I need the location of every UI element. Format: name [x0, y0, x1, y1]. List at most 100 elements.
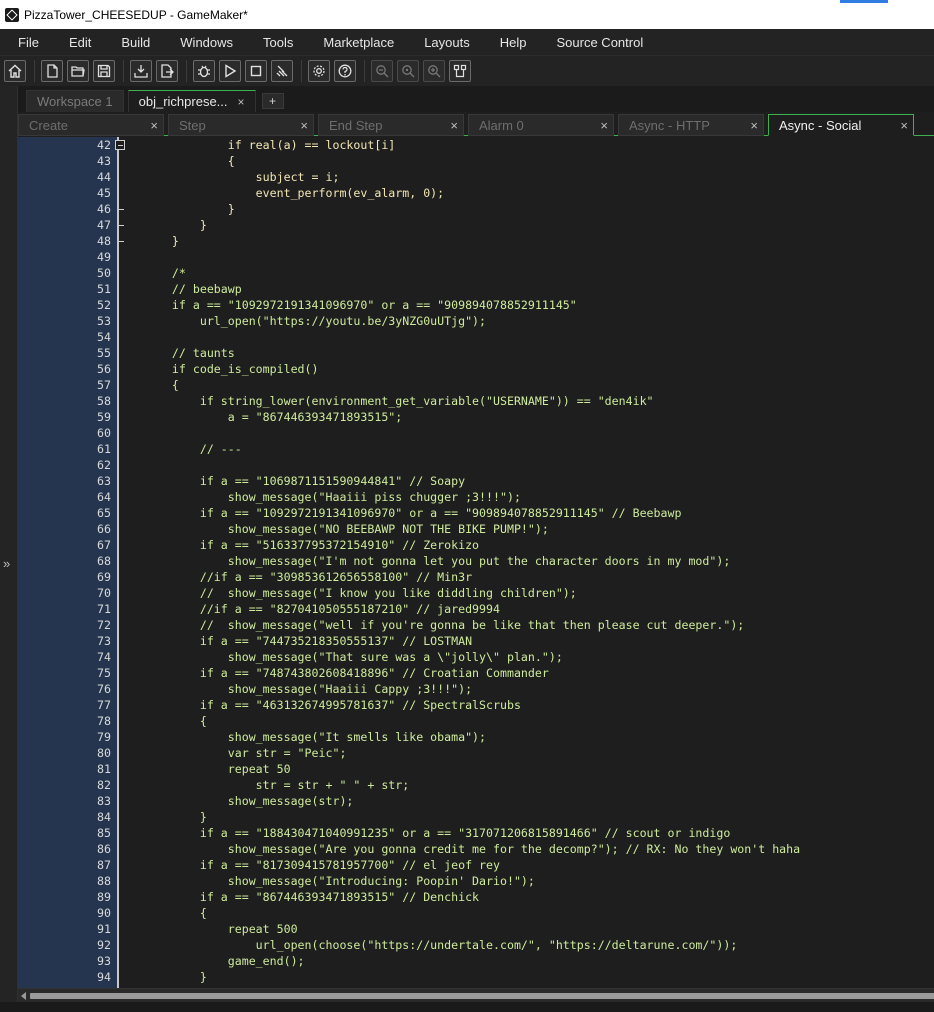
home-icon[interactable] [4, 60, 26, 82]
stop-icon[interactable] [245, 60, 267, 82]
menu-build[interactable]: Build [103, 35, 162, 50]
layout-icon[interactable] [449, 60, 471, 82]
code-line[interactable]: 65 if a == "1092972191341096970" or a ==… [18, 505, 934, 521]
code-line[interactable]: 58 if string_lower(environment_get_varia… [18, 393, 934, 409]
code-line[interactable]: 94 } [18, 969, 934, 985]
close-icon[interactable]: × [900, 118, 908, 133]
menu-tools[interactable]: Tools [245, 35, 305, 50]
code-line[interactable]: 67 if a == "516337795372154910" // Zerok… [18, 537, 934, 553]
code-line[interactable]: 82 str = str + " " + str; [18, 777, 934, 793]
code-line[interactable]: 73 if a == "744735218350555137" // LOSTM… [18, 633, 934, 649]
zoom-reset-icon[interactable] [397, 60, 419, 82]
code-line[interactable]: 43 { [18, 153, 934, 169]
code-line[interactable]: 47 } [18, 217, 934, 233]
code-line[interactable]: 79 show_message("It smells like obama"); [18, 729, 934, 745]
code-line[interactable]: 59 a = "867446393471893515"; [18, 409, 934, 425]
close-icon[interactable]: × [300, 118, 308, 133]
close-icon[interactable]: × [150, 118, 158, 133]
code-line[interactable]: 92 url_open(choose("https://undertale.co… [18, 937, 934, 953]
code-line[interactable]: 50 /* [18, 265, 934, 281]
code-line[interactable]: 52 if a == "1092972191341096970" or a ==… [18, 297, 934, 313]
close-icon[interactable]: × [750, 118, 758, 133]
export-icon[interactable] [156, 60, 178, 82]
tab-step-event[interactable]: Step × [168, 114, 314, 136]
expand-panel-button[interactable]: » [3, 556, 10, 571]
code-line[interactable]: 48 } [18, 233, 934, 249]
fold-marker[interactable] [111, 137, 135, 153]
add-workspace-button[interactable]: + [261, 93, 284, 109]
code-line[interactable]: 86 show_message("Are you gonna credit me… [18, 841, 934, 857]
code-line[interactable]: 62 [18, 457, 934, 473]
code-line[interactable]: 53 url_open("https://youtu.be/3yNZG0uUTj… [18, 313, 934, 329]
code-line[interactable]: 78 { [18, 713, 934, 729]
menu-edit[interactable]: Edit [51, 35, 103, 50]
code-line[interactable]: 66 show_message("NO BEEBAWP NOT THE BIKE… [18, 521, 934, 537]
menu-layouts[interactable]: Layouts [406, 35, 482, 50]
help-icon[interactable] [334, 60, 356, 82]
code-line[interactable]: 56 if code_is_compiled() [18, 361, 934, 377]
collapse-icon[interactable] [115, 140, 125, 150]
code-line[interactable]: 71 //if a == "827041050555187210" // jar… [18, 601, 934, 617]
code-line[interactable]: 77 if a == "463132674995781637" // Spect… [18, 697, 934, 713]
code-line[interactable]: 75 if a == "748743802608418896" // Croat… [18, 665, 934, 681]
code-line[interactable]: 44 subject = i; [18, 169, 934, 185]
code-line[interactable]: 64 show_message("Haaiii piss chugger ;3!… [18, 489, 934, 505]
code-line[interactable]: 85 if a == "188430471040991235" or a == … [18, 825, 934, 841]
menu-marketplace[interactable]: Marketplace [305, 35, 406, 50]
code-line[interactable]: 49 [18, 249, 934, 265]
clean-icon[interactable] [271, 60, 293, 82]
settings-icon[interactable] [308, 60, 330, 82]
new-project-icon[interactable] [41, 60, 63, 82]
tab-obj-richpresence[interactable]: obj_richprese... × [127, 90, 256, 112]
menu-source-control[interactable]: Source Control [539, 35, 656, 50]
menu-windows[interactable]: Windows [162, 35, 245, 50]
open-project-icon[interactable] [67, 60, 89, 82]
code-line[interactable]: 83 show_message(str); [18, 793, 934, 809]
menu-help[interactable]: Help [482, 35, 539, 50]
code-line[interactable]: 51 // beebawp [18, 281, 934, 297]
horizontal-scrollbar[interactable] [18, 988, 934, 1002]
code-line[interactable]: 57 { [18, 377, 934, 393]
code-line[interactable]: 55 // taunts [18, 345, 934, 361]
close-icon[interactable]: × [600, 118, 608, 133]
code-line[interactable]: 70 // show_message("I know you like didd… [18, 585, 934, 601]
tab-end-step-event[interactable]: End Step × [318, 114, 464, 136]
code-line[interactable]: 90 { [18, 905, 934, 921]
code-line[interactable]: 61 // --- [18, 441, 934, 457]
code-line[interactable]: 87 if a == "817309415781957700" // el je… [18, 857, 934, 873]
code-line[interactable]: 76 show_message("Haaiii Cappy ;3!!!"); [18, 681, 934, 697]
code-line[interactable]: 88 show_message("Introducing: Poopin' Da… [18, 873, 934, 889]
scroll-left-icon[interactable] [21, 992, 26, 1000]
zoom-out-icon[interactable] [371, 60, 393, 82]
tab-alarm-0-event[interactable]: Alarm 0 × [468, 114, 614, 136]
tab-create-event[interactable]: Create × [18, 114, 164, 136]
code-line[interactable]: 46 } [18, 201, 934, 217]
zoom-in-icon[interactable] [423, 60, 445, 82]
menu-file[interactable]: File [0, 35, 51, 50]
debug-icon[interactable] [193, 60, 215, 82]
code-line[interactable]: 69 //if a == "309853612656558100" // Min… [18, 569, 934, 585]
code-line[interactable]: 63 if a == "1069871151590944841" // Soap… [18, 473, 934, 489]
save-icon[interactable] [93, 60, 115, 82]
tab-workspace-1[interactable]: Workspace 1 [26, 90, 124, 112]
code-line[interactable]: 68 show_message("I'm not gonna let you p… [18, 553, 934, 569]
create-executable-icon[interactable] [130, 60, 152, 82]
code-line[interactable]: 84 } [18, 809, 934, 825]
code-line[interactable]: 89 if a == "867446393471893515" // Dench… [18, 889, 934, 905]
close-icon[interactable]: × [238, 95, 245, 109]
code-line[interactable]: 42 if real(a) == lockout[i] [18, 137, 934, 153]
code-line[interactable]: 74 show_message("That sure was a \"jolly… [18, 649, 934, 665]
tab-async-http-event[interactable]: Async - HTTP × [618, 114, 764, 136]
code-line[interactable]: 60 [18, 425, 934, 441]
close-icon[interactable]: × [450, 118, 458, 133]
run-icon[interactable] [219, 60, 241, 82]
code-line[interactable]: 54 [18, 329, 934, 345]
code-line[interactable]: 45 event_perform(ev_alarm, 0); [18, 185, 934, 201]
code-line[interactable]: 80 var str = "Peic"; [18, 745, 934, 761]
code-line[interactable]: 91 repeat 500 [18, 921, 934, 937]
code-line[interactable]: 81 repeat 50 [18, 761, 934, 777]
tab-async-social-event[interactable]: Async - Social × [768, 114, 914, 136]
code-line[interactable]: 93 game_end(); [18, 953, 934, 969]
code-line[interactable]: 72 // show_message("well if you're gonna… [18, 617, 934, 633]
scrollbar-thumb[interactable] [30, 993, 934, 999]
